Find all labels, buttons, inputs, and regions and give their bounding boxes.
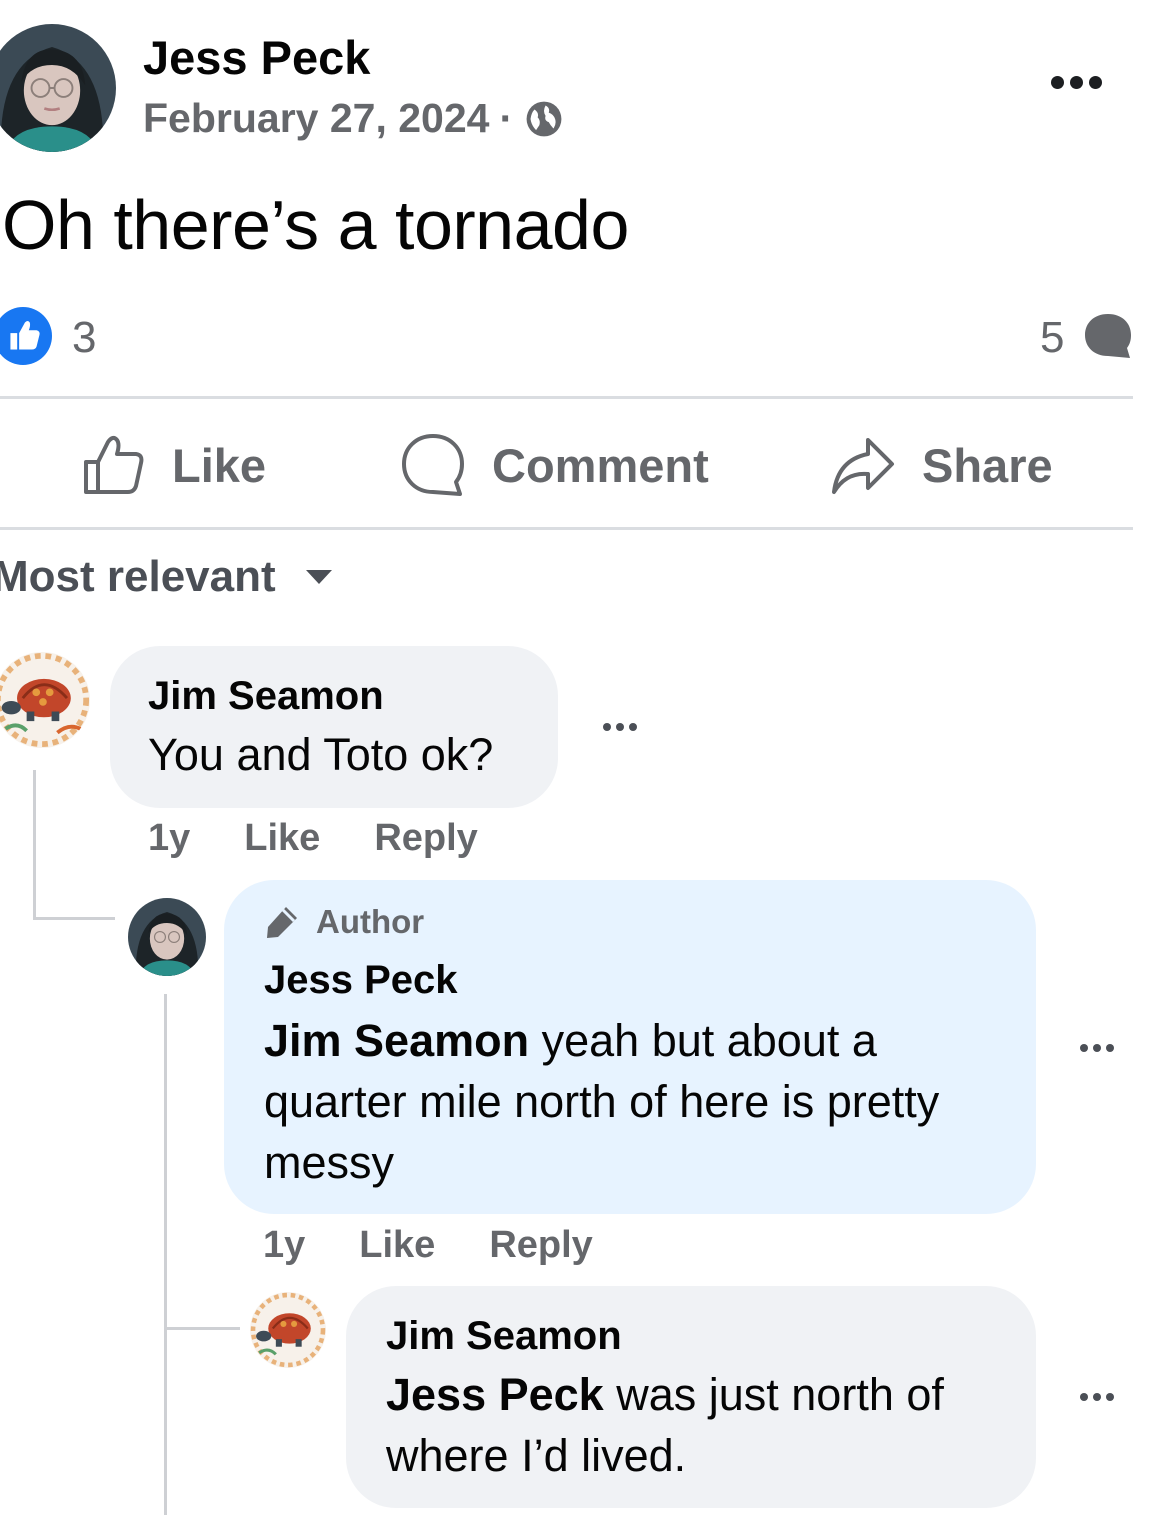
divider xyxy=(0,527,1133,530)
commenter-avatar[interactable] xyxy=(0,652,90,748)
comment-count-icon[interactable] xyxy=(1083,312,1133,360)
reaction-count[interactable]: 3 xyxy=(72,313,96,363)
comment-like-button[interactable]: Like xyxy=(244,817,320,860)
comment-reply-button[interactable]: Reply xyxy=(489,1224,592,1267)
author-badge-label: Author xyxy=(316,903,425,940)
comment-bubble: Author Jess Peck Jim Seamon yeah but abo… xyxy=(224,880,1036,1214)
comment-icon xyxy=(402,434,464,496)
comment-author[interactable]: Jim Seamon xyxy=(148,674,384,719)
comment-options-button[interactable] xyxy=(596,712,644,742)
comment-text: You and Toto ok? xyxy=(148,729,494,780)
comment-actions: 1y Like Reply xyxy=(263,1224,647,1267)
like-reaction-icon[interactable] xyxy=(0,307,52,365)
meta-separator: · xyxy=(499,95,514,141)
more-horizontal-icon xyxy=(1080,1393,1114,1401)
comment-count[interactable]: 5 xyxy=(1040,313,1064,363)
globe-icon xyxy=(526,101,562,136)
pencil-icon xyxy=(267,907,297,938)
comment-author[interactable]: Jess Peck xyxy=(264,958,458,1003)
mention-link[interactable]: Jim Seamon xyxy=(264,1015,529,1066)
thumbs-up-icon xyxy=(84,435,144,494)
author-badge: Author xyxy=(262,902,424,942)
thread-line xyxy=(33,917,115,920)
more-horizontal-icon xyxy=(1080,1044,1114,1052)
comment-options-button[interactable] xyxy=(1073,1033,1121,1063)
divider xyxy=(0,396,1133,399)
comment-actions: 1y Like Reply xyxy=(148,817,532,860)
comment-text: Jess Peck was just north of where I’d li… xyxy=(386,1364,1006,1486)
comment-text: Jim Seamon yeah but about a quarter mile… xyxy=(264,1010,964,1193)
like-button-label: Like xyxy=(172,438,267,492)
more-horizontal-icon xyxy=(1050,75,1102,89)
post-page: Jess Peck February 27, 2024 · Oh there’s… xyxy=(0,0,1170,1515)
comment-like-button[interactable]: Like xyxy=(359,1224,435,1267)
thread-line xyxy=(164,1327,240,1330)
caret-down-icon xyxy=(305,570,332,584)
thread-line xyxy=(33,770,36,920)
like-button[interactable]: Like xyxy=(80,430,266,500)
author-avatar[interactable] xyxy=(0,24,116,152)
comment-sort-dropdown[interactable]: Most relevant xyxy=(0,552,334,602)
post-meta: February 27, 2024 · xyxy=(143,95,563,142)
comment-age: 1y xyxy=(263,1224,306,1266)
share-button[interactable]: Share xyxy=(830,430,1053,500)
share-button-label: Share xyxy=(922,438,1053,492)
comment-button[interactable]: Comment xyxy=(400,430,709,500)
comment-age: 1y xyxy=(148,817,191,859)
post-options-button[interactable] xyxy=(1040,58,1112,106)
post-author-name[interactable]: Jess Peck xyxy=(143,30,370,85)
comment-bubble: Jim Seamon Jess Peck was just north of w… xyxy=(346,1286,1036,1508)
comment-reply-button[interactable]: Reply xyxy=(374,817,477,860)
more-horizontal-icon xyxy=(603,723,637,731)
comment-bubble: Jim Seamon You and Toto ok? xyxy=(110,646,558,808)
comment-button-label: Comment xyxy=(492,438,709,492)
commenter-avatar[interactable] xyxy=(250,1292,326,1368)
mention-link[interactable]: Jess Peck xyxy=(386,1369,604,1420)
sort-label: Most relevant xyxy=(0,552,276,601)
commenter-avatar[interactable] xyxy=(128,898,206,976)
share-icon xyxy=(832,438,894,494)
thread-line xyxy=(164,994,167,1515)
comment-author[interactable]: Jim Seamon xyxy=(386,1314,622,1359)
post-date[interactable]: February 27, 2024 xyxy=(143,95,489,142)
comment-options-button[interactable] xyxy=(1073,1382,1121,1412)
post-text: Oh there’s a tornado xyxy=(2,186,629,264)
